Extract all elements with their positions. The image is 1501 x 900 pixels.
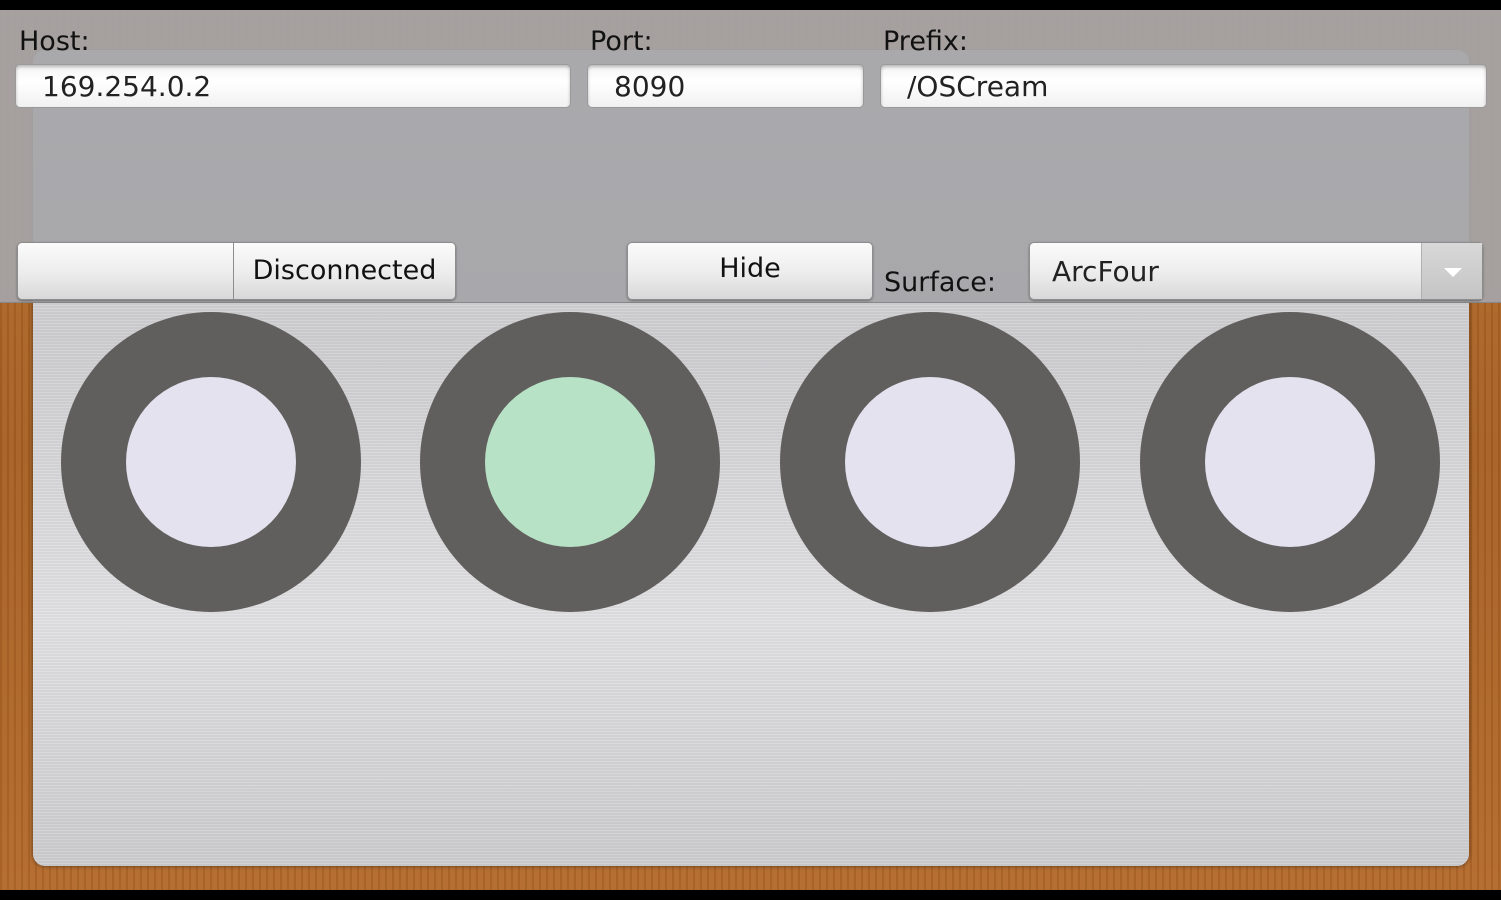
knob-4[interactable] <box>1140 312 1440 612</box>
surface-select[interactable]: ArcFour <box>1029 242 1483 300</box>
surface-label: Surface: <box>884 267 996 298</box>
knob-4-indicator <box>1205 377 1375 547</box>
host-input[interactable]: 169.254.0.2 <box>15 64 571 108</box>
connect-toggle-button[interactable] <box>18 243 234 299</box>
port-input[interactable]: 8090 <box>587 64 864 108</box>
surface-select-value: ArcFour <box>1052 255 1159 288</box>
host-label: Host: <box>19 26 90 57</box>
connection-toggle[interactable]: Disconnected <box>17 242 456 300</box>
disconnected-status-button[interactable]: Disconnected <box>234 243 455 299</box>
prefix-input[interactable]: /OSCream <box>880 64 1487 108</box>
hide-button[interactable]: Hide <box>627 242 873 300</box>
chevron-down-icon[interactable] <box>1421 243 1482 299</box>
port-label: Port: <box>590 26 653 57</box>
prefix-label: Prefix: <box>883 26 969 57</box>
knob-2-indicator <box>485 377 655 547</box>
knob-1[interactable] <box>61 312 361 612</box>
knob-2[interactable] <box>420 312 720 612</box>
knob-3-indicator <box>845 377 1015 547</box>
knob-1-indicator <box>126 377 296 547</box>
knob-3[interactable] <box>780 312 1080 612</box>
